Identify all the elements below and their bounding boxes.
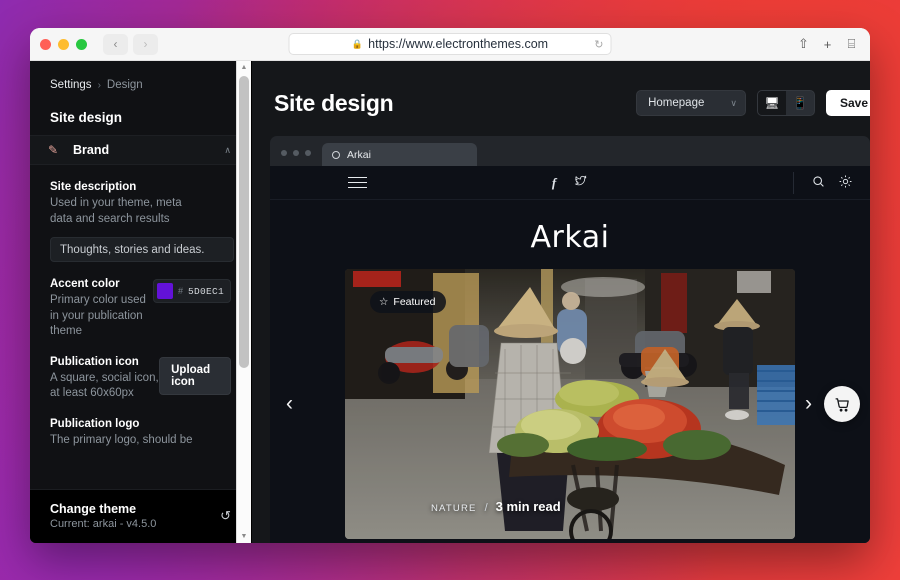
- change-theme-title: Change theme: [50, 502, 137, 516]
- publication-logo-help: The primary logo, should be: [50, 433, 193, 446]
- reload-icon[interactable]: ↻: [594, 38, 603, 51]
- sun-icon[interactable]: [839, 175, 852, 191]
- upload-icon-button[interactable]: Upload icon: [159, 356, 231, 395]
- main-panel: Site design Homepage ∨ 🖥 📱 Save Arkai f …: [252, 61, 870, 543]
- sidebar-scroll-area: Site description Used in your theme, met…: [30, 165, 251, 543]
- social-links: f: [552, 175, 588, 191]
- new-tab-icon[interactable]: +: [820, 37, 835, 52]
- page-select[interactable]: Homepage ∨: [636, 90, 746, 116]
- post-caption: NATURE / 3 min read: [431, 499, 561, 514]
- lock-icon: 🔒: [351, 38, 364, 49]
- save-button[interactable]: Save: [825, 90, 870, 116]
- field-accent-color: Accent color Primary color used in your …: [30, 262, 251, 340]
- publication-icon-label: Publication icon: [50, 355, 139, 368]
- field-publication-icon: Publication icon A square, social icon, …: [30, 340, 251, 402]
- tabs-overview-icon[interactable]: ⌸: [844, 36, 859, 52]
- back-button[interactable]: ‹: [103, 33, 128, 55]
- window-traffic-lights: [40, 38, 87, 50]
- url-text: https://www.electronthemes.com: [368, 37, 549, 51]
- nav-right-actions: [793, 171, 852, 194]
- settings-sidebar: Settings › Design Site design ✎ Brand ∧ …: [30, 61, 252, 543]
- facebook-icon[interactable]: f: [552, 175, 556, 191]
- scrollbar-down-arrow[interactable]: ▼: [241, 530, 248, 543]
- site-preview: Arkai f Arkai ☆ Featured NATURE / 3 min …: [270, 136, 870, 543]
- edit-square-icon: ✎: [48, 143, 59, 157]
- page-select-value: Homepage: [648, 97, 705, 109]
- sidebar-scrollbar[interactable]: ▲ ▼: [236, 61, 251, 543]
- featured-badge-label: Featured: [393, 296, 436, 308]
- chevron-down-icon: ∨: [730, 97, 737, 108]
- breadcrumb: Settings › Design: [30, 61, 251, 91]
- scrollbar-track[interactable]: [237, 74, 251, 530]
- post-read-time: 3 min read: [495, 499, 561, 514]
- hex-hash: #: [177, 286, 183, 297]
- preview-tab[interactable]: Arkai: [322, 143, 477, 166]
- cart-icon: [834, 397, 849, 412]
- site-description-label: Site description: [50, 181, 137, 193]
- browser-nav-buttons: ‹ ›: [103, 33, 158, 55]
- page-title: Site design: [274, 89, 394, 116]
- scrollbar-up-arrow[interactable]: ▲: [241, 61, 248, 74]
- close-window-button[interactable]: [40, 38, 51, 50]
- featured-carousel: ☆ Featured NATURE / 3 min read ‹ ›: [270, 269, 870, 539]
- forward-button[interactable]: ›: [133, 33, 158, 55]
- star-icon: ☆: [379, 296, 389, 308]
- mobile-view-button[interactable]: 📱: [786, 91, 814, 115]
- change-theme-row[interactable]: Change theme Current: arkai - v4.5.0 ↺: [30, 489, 251, 543]
- site-hero-title: Arkai: [530, 220, 610, 255]
- publication-icon-help: A square, social icon, at least 60x60px: [50, 371, 159, 400]
- chevron-up-icon[interactable]: ∧: [224, 145, 231, 156]
- change-theme-subtitle: Current: arkai - v4.5.0: [50, 518, 157, 530]
- scrollbar-thumb[interactable]: [239, 76, 249, 368]
- accent-color-label: Accent color: [50, 278, 120, 291]
- post-category[interactable]: NATURE: [431, 503, 477, 514]
- search-icon[interactable]: [812, 175, 825, 191]
- brand-section-label: Brand: [73, 143, 110, 157]
- featured-post-card[interactable]: ☆ Featured NATURE / 3 min read: [345, 269, 795, 539]
- publication-logo-label: Publication logo: [50, 417, 140, 430]
- hamburger-icon[interactable]: [348, 176, 367, 189]
- preview-traffic-lights: [281, 150, 311, 166]
- preview-site-content: f Arkai ☆ Featured NATURE / 3 min read ‹…: [270, 166, 870, 543]
- preview-browser-chrome: Arkai: [270, 136, 870, 166]
- browser-window: ‹ › 🔒 https://www.electronthemes.com ↻ ⇧…: [30, 28, 870, 543]
- caption-separator: /: [484, 502, 488, 514]
- carousel-prev-button[interactable]: ‹: [286, 392, 293, 416]
- browser-toolbar-actions: ⇧ + ⌸: [796, 36, 859, 52]
- site-navbar: f: [270, 166, 870, 200]
- desktop-view-button[interactable]: 🖥: [757, 91, 786, 115]
- preview-tab-label: Arkai: [347, 148, 371, 161]
- refresh-icon[interactable]: ↺: [220, 508, 231, 524]
- cart-button[interactable]: [824, 386, 860, 422]
- share-icon[interactable]: ⇧: [796, 36, 811, 52]
- breadcrumb-design: Design: [106, 79, 143, 91]
- main-header: Site design Homepage ∨ 🖥 📱 Save: [252, 61, 870, 125]
- accent-color-picker[interactable]: # 5D0EC1: [152, 279, 231, 304]
- accent-color-help: Primary color used in your publication t…: [50, 294, 146, 338]
- carousel-next-button[interactable]: ›: [805, 392, 812, 416]
- field-publication-logo: Publication logo The primary logo, shoul…: [30, 402, 251, 449]
- site-description-input[interactable]: Thoughts, stories and ideas.: [50, 237, 234, 263]
- app-container: Settings › Design Site design ✎ Brand ∧ …: [30, 61, 870, 543]
- brand-section-header[interactable]: ✎ Brand ∧: [30, 135, 251, 165]
- maximize-window-button[interactable]: [76, 38, 87, 50]
- site-description-help: Used in your theme, meta data and search…: [50, 197, 182, 225]
- sidebar-title: Site design: [50, 110, 123, 125]
- browser-titlebar: ‹ › 🔒 https://www.electronthemes.com ↻ ⇧…: [30, 28, 870, 61]
- address-bar[interactable]: 🔒 https://www.electronthemes.com ↻: [288, 33, 612, 55]
- featured-badge: ☆ Featured: [370, 291, 447, 313]
- breadcrumb-separator: ›: [97, 79, 101, 91]
- twitter-icon[interactable]: [574, 174, 588, 191]
- accent-color-swatch[interactable]: [156, 283, 173, 300]
- circle-icon: [332, 150, 340, 159]
- field-site-description: Site description Used in your theme, met…: [30, 165, 251, 263]
- header-controls: Homepage ∨ 🖥 📱 Save: [636, 90, 870, 116]
- minimize-window-button[interactable]: [58, 38, 69, 50]
- breadcrumb-settings[interactable]: Settings: [50, 79, 92, 91]
- device-toggle[interactable]: 🖥 📱: [756, 90, 815, 116]
- accent-color-value[interactable]: 5D0EC1: [188, 286, 224, 297]
